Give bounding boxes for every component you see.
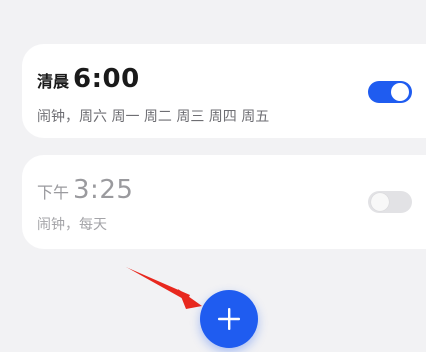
alarm-item-0325[interactable]: 下午 3:25 闹钟，每天: [22, 155, 426, 249]
alarm-item-0600[interactable]: 清晨 6:00 闹钟，周六 周一 周二 周三 周四 周五: [22, 44, 426, 138]
red-arrow-icon: [126, 267, 202, 309]
alarm-toggle-0600[interactable]: [368, 81, 412, 103]
alarm-time: 3:25: [73, 175, 134, 205]
toggle-knob: [371, 193, 389, 211]
alarm-time-row: 下午 3:25: [37, 175, 133, 205]
alarm-toggle-0325[interactable]: [368, 191, 412, 213]
alarm-repeat-label: 闹钟，周六 周一 周二 周三 周四 周五: [37, 109, 270, 125]
add-alarm-button[interactable]: [200, 290, 258, 348]
plus-icon: [218, 308, 240, 330]
toggle-knob: [391, 83, 409, 101]
alarm-period-label: 清晨: [37, 72, 70, 91]
alarm-repeat-label: 闹钟，每天: [37, 217, 107, 233]
alarm-time-row: 清晨 6:00: [37, 64, 140, 94]
alarm-time: 6:00: [73, 64, 140, 94]
alarm-period-label: 下午: [37, 183, 70, 202]
